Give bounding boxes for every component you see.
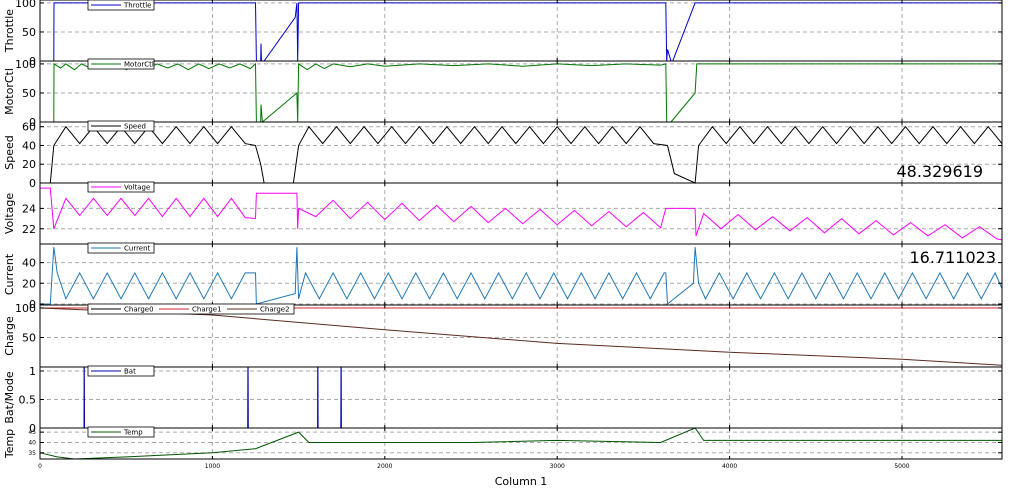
y-tick-label: 50 (22, 331, 36, 344)
x-tick-label: 0 (38, 463, 42, 470)
panel-frame (39, 182, 1003, 245)
x-tick-label: 3000 (550, 463, 565, 470)
y-tick-label: 35 (28, 450, 36, 457)
y-tick-label: 24 (22, 202, 36, 215)
series-line-motorctl (40, 62, 1002, 124)
x-tick-label: 4000 (722, 463, 737, 470)
y-tick-label: 100 (15, 0, 36, 10)
y-tick-label: 45 (28, 429, 36, 436)
legend-label-voltage: Voltage (124, 184, 150, 192)
legend-label-motorctl: MotorCtl (124, 61, 154, 69)
y-axis-label: Current (3, 253, 16, 295)
series-line-charge2 (39, 307, 1003, 366)
series-line-throttle (40, 2, 1002, 62)
legend-label-throttle: Throttle (123, 2, 151, 10)
y-tick-label: 60 (22, 121, 36, 134)
legend-label-speed: Speed (124, 123, 146, 131)
series-line-temp (39, 427, 1002, 460)
y-tick-label: 50 (22, 26, 36, 39)
y-tick-label: 22 (22, 223, 36, 236)
y-tick-label: 40 (22, 139, 36, 152)
y-tick-label: 50 (22, 87, 36, 100)
series-line-speed (40, 125, 1003, 184)
panel-frame (39, 0, 1003, 62)
chart-figure: 0 50 100 Throttle Throttle 0 50 100 MotorCtl Moto… (0, 0, 1024, 493)
y-axis-label: Throttle (3, 9, 16, 53)
panel-frame (39, 366, 1003, 429)
legend-label-charge1: Charge1 (192, 306, 222, 314)
y-tick-label: 20 (22, 158, 36, 171)
legend-label-charge2: Charge2 (260, 306, 290, 314)
y-axis-label: Speed (3, 135, 16, 169)
y-tick-label: 0.5 (19, 393, 37, 406)
x-tick-label: 2000 (377, 463, 392, 470)
value-readout: 16.711023 (909, 248, 996, 267)
y-tick-label: 40 (28, 439, 36, 446)
series-line-current (40, 247, 1003, 305)
x-tick-label: 1000 (205, 463, 220, 470)
y-axis-label: Voltage (3, 193, 16, 234)
value-readout: 48.329619 (896, 162, 983, 181)
y-tick-label: 0 (29, 177, 36, 190)
y-axis-label: Temp (3, 429, 16, 459)
legend-label-temp: Temp (123, 429, 143, 437)
y-tick-label: 1 (29, 365, 36, 378)
x-axis-label: Column 1 (495, 475, 548, 488)
legend-label-bat: Bat (124, 368, 136, 376)
multi-panel-line-chart: 050100ThrottleThrottle050100MotorCtlMoto… (3, 0, 1003, 488)
y-axis-label: MotorCtl (3, 68, 16, 115)
y-axis-label: Bat/Mode (3, 371, 16, 424)
y-axis-label: Charge (3, 316, 16, 356)
series-line-bat (40, 366, 1002, 429)
panel-frame (39, 60, 1003, 123)
y-tick-label: 40 (22, 257, 36, 270)
y-tick-label: 100 (15, 58, 36, 71)
x-tick-label: 5000 (894, 463, 909, 470)
series-line-voltage (40, 187, 1003, 241)
legend-label-charge0: Charge0 (124, 306, 154, 314)
y-tick-label: 20 (22, 277, 36, 290)
panel-frame (39, 121, 1003, 184)
y-tick-label: 100 (15, 302, 36, 315)
legend-label-current: Current (124, 245, 151, 253)
